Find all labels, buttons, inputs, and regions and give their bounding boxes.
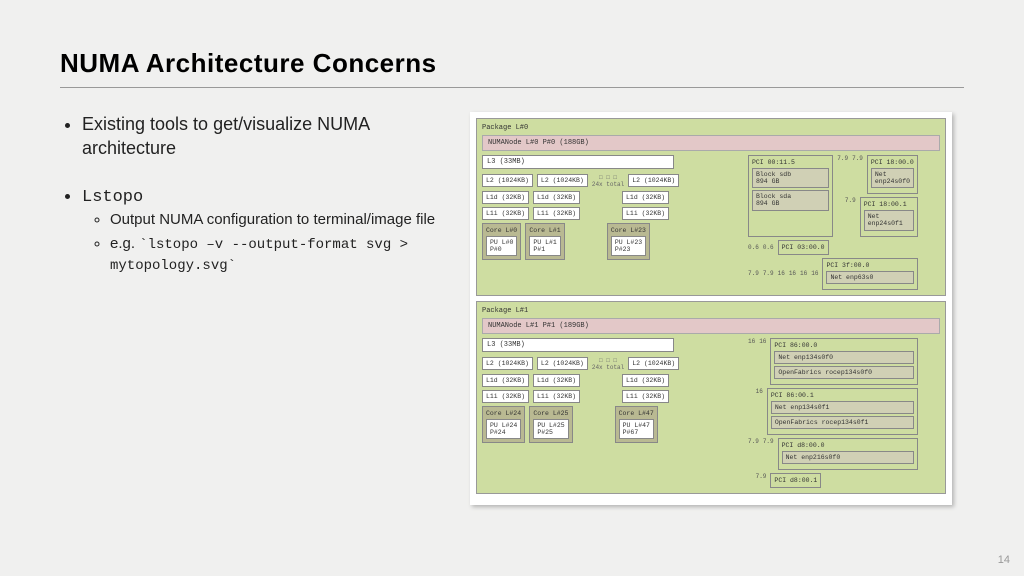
core-24: Core L#24PU L#24 P#24: [482, 406, 525, 443]
package-0: Package L#0 NUMANode L#0 P#0 (188GB) L3 …: [476, 118, 946, 296]
page-number: 14: [998, 554, 1010, 566]
pci-86-00-0: PCI 86:00.0Net enp134s0f0OpenFabrics roc…: [770, 338, 918, 385]
bullet-2-1: Output NUMA configuration to terminal/im…: [110, 210, 440, 230]
pci-00-11-5: PCI 00:11.5 Block sdb 894 GB Block sda 8…: [748, 155, 833, 237]
divider: [60, 87, 964, 88]
core-1: Core L#1PU L#1 P#1: [525, 223, 564, 260]
bullet-1: Existing tools to get/visualize NUMA arc…: [82, 112, 440, 161]
bullet-2: Lstopo Output NUMA configuration to term…: [82, 183, 440, 276]
l3-cache: L3 (33MB): [482, 155, 674, 169]
pci-18-00-0: PCI 18:00.0Net enp24s0f0: [867, 155, 918, 194]
lstopo-diagram: Package L#0 NUMANode L#0 P#0 (188GB) L3 …: [470, 112, 952, 505]
bullet-2-label: Lstopo: [82, 188, 143, 207]
core-0: Core L#0PU L#0 P#0: [482, 223, 521, 260]
pci-18-00-1: PCI 18:00.1Net enp24s0f1: [860, 197, 918, 236]
core-25: Core L#25PU L#25 P#25: [529, 406, 572, 443]
core-23: Core L#23PU L#23 P#23: [607, 223, 650, 260]
pci-86-00-1: PCI 86:00.1Net enp134s0f1OpenFabrics roc…: [767, 388, 918, 435]
bullet-list: Existing tools to get/visualize NUMA arc…: [60, 112, 440, 298]
pci-3f-00-0: PCI 3f:00.0Net enp63s0: [822, 258, 918, 290]
pci-03-00-0: PCI 03:00.0: [778, 240, 829, 255]
bullet-2-2: e.g. `lstopo –v --output-format svg > my…: [110, 234, 440, 276]
core-47: Core L#47PU L#47 P#67: [615, 406, 658, 443]
pci-d8-00-0: PCI d8:00.0Net enp216s0f0: [778, 438, 918, 470]
package-1: Package L#1 NUMANode L#1 P#1 (189GB) L3 …: [476, 301, 946, 495]
numa-node-0: NUMANode L#0 P#0 (188GB): [482, 135, 940, 151]
slide-title: NUMA Architecture Concerns: [60, 48, 964, 79]
numa-node-1: NUMANode L#1 P#1 (189GB): [482, 318, 940, 334]
code-example: `lstopo –v --output-format svg > mytopol…: [110, 237, 408, 274]
pci-d8-00-1: PCI d8:00.1: [770, 473, 821, 488]
